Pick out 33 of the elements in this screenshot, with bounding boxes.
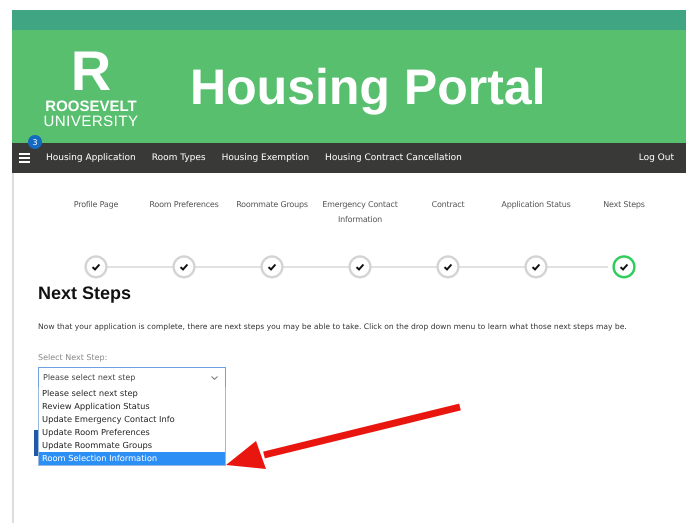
step-label: Contract <box>430 199 466 211</box>
nav-link[interactable]: Housing Contract Cancellation <box>325 153 462 163</box>
logo-letter: R <box>70 44 112 96</box>
logo-text: ROOSEVELT <box>45 98 137 114</box>
step-label: Emergency Contact Information <box>321 199 399 226</box>
logo-text: UNIVERSITY <box>43 114 138 128</box>
dropdown-option[interactable]: Update Room Preferences <box>39 426 225 439</box>
section-heading: Next Steps <box>38 283 132 304</box>
notification-badge: 3 <box>28 135 42 149</box>
menu-icon[interactable] <box>19 153 30 163</box>
step-check-icon[interactable] <box>612 255 636 279</box>
logout-link[interactable]: Log Out <box>638 153 674 163</box>
step-check-icon[interactable] <box>84 255 108 279</box>
nav-link[interactable]: Room Types <box>152 153 206 163</box>
nav-link[interactable]: Housing Application <box>46 153 136 163</box>
step-label: Roommate Groups <box>235 199 309 211</box>
step-check-icon[interactable] <box>436 255 460 279</box>
nav-link[interactable]: Housing Exemption <box>222 153 310 163</box>
dropdown-option[interactable]: Update Emergency Contact Info <box>39 413 225 426</box>
step-check-icon[interactable] <box>524 255 548 279</box>
step-label: Room Preferences <box>148 199 220 211</box>
dropdown-option[interactable]: Update Roommate Groups <box>39 439 225 452</box>
dropdown-option[interactable]: Please select next step <box>39 387 225 400</box>
chevron-icon <box>211 376 218 380</box>
step-label: Next Steps <box>602 199 646 211</box>
dropdown-option[interactable]: Review Application Status <box>39 400 225 413</box>
field-label: Select Next Step: <box>38 353 108 362</box>
step-label: Profile Page <box>72 199 120 211</box>
portal-title: Housing Portal <box>190 58 546 116</box>
step-check-icon[interactable] <box>260 255 284 279</box>
step-check-icon[interactable] <box>348 255 372 279</box>
step-label: Application Status <box>500 199 572 211</box>
step-check-icon[interactable] <box>172 255 196 279</box>
